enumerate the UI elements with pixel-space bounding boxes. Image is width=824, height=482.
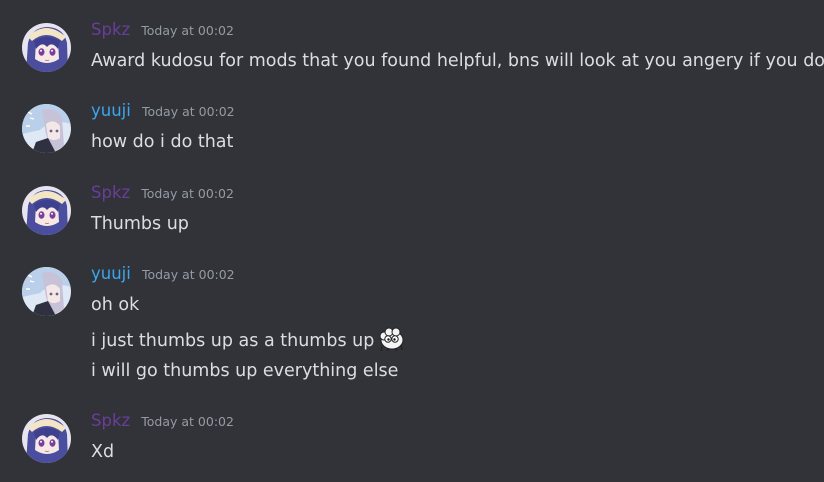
avatar[interactable] <box>22 23 71 72</box>
username[interactable]: Spkz <box>91 411 130 430</box>
username[interactable]: yuuji <box>91 264 131 283</box>
yuuji-avatar-icon <box>22 104 71 153</box>
message-text-content: i just thumbs up as a thumbs up <box>91 331 375 351</box>
sheep-emoji-icon[interactable] <box>378 326 404 352</box>
timestamp: Today at 00:02 <box>141 104 235 119</box>
avatar[interactable] <box>22 186 71 235</box>
message-header: Spkz Today at 00:02 <box>91 183 234 207</box>
message-text: Xd <box>91 442 115 462</box>
avatar[interactable] <box>22 104 71 153</box>
message-header: Spkz Today at 00:02 <box>91 411 234 435</box>
timestamp: Today at 00:02 <box>141 414 234 429</box>
username[interactable]: yuuji <box>91 101 131 120</box>
message-text: Award kudosu for mods that you found hel… <box>91 51 824 71</box>
message-header: yuuji Today at 00:02 <box>91 264 235 288</box>
username[interactable]: Spkz <box>91 20 130 39</box>
message-header: Spkz Today at 00:02 <box>91 20 234 44</box>
spkz-avatar-icon <box>22 23 71 72</box>
timestamp: Today at 00:02 <box>141 267 235 282</box>
timestamp: Today at 00:02 <box>141 186 234 201</box>
spkz-avatar-icon <box>22 414 71 463</box>
message-text: i will go thumbs up everything else <box>91 361 399 381</box>
yuuji-avatar-icon <box>22 267 71 316</box>
avatar[interactable] <box>22 414 71 463</box>
spkz-avatar-icon <box>22 186 71 235</box>
message-text: how do i do that <box>91 132 234 152</box>
message-text: oh ok <box>91 295 140 315</box>
message-header: yuuji Today at 00:02 <box>91 101 235 125</box>
message-text: Thumbs up <box>91 214 189 234</box>
avatar[interactable] <box>22 267 71 316</box>
message-text: i just thumbs up as a thumbs up <box>91 326 404 353</box>
timestamp: Today at 00:02 <box>141 23 234 38</box>
username[interactable]: Spkz <box>91 183 130 202</box>
